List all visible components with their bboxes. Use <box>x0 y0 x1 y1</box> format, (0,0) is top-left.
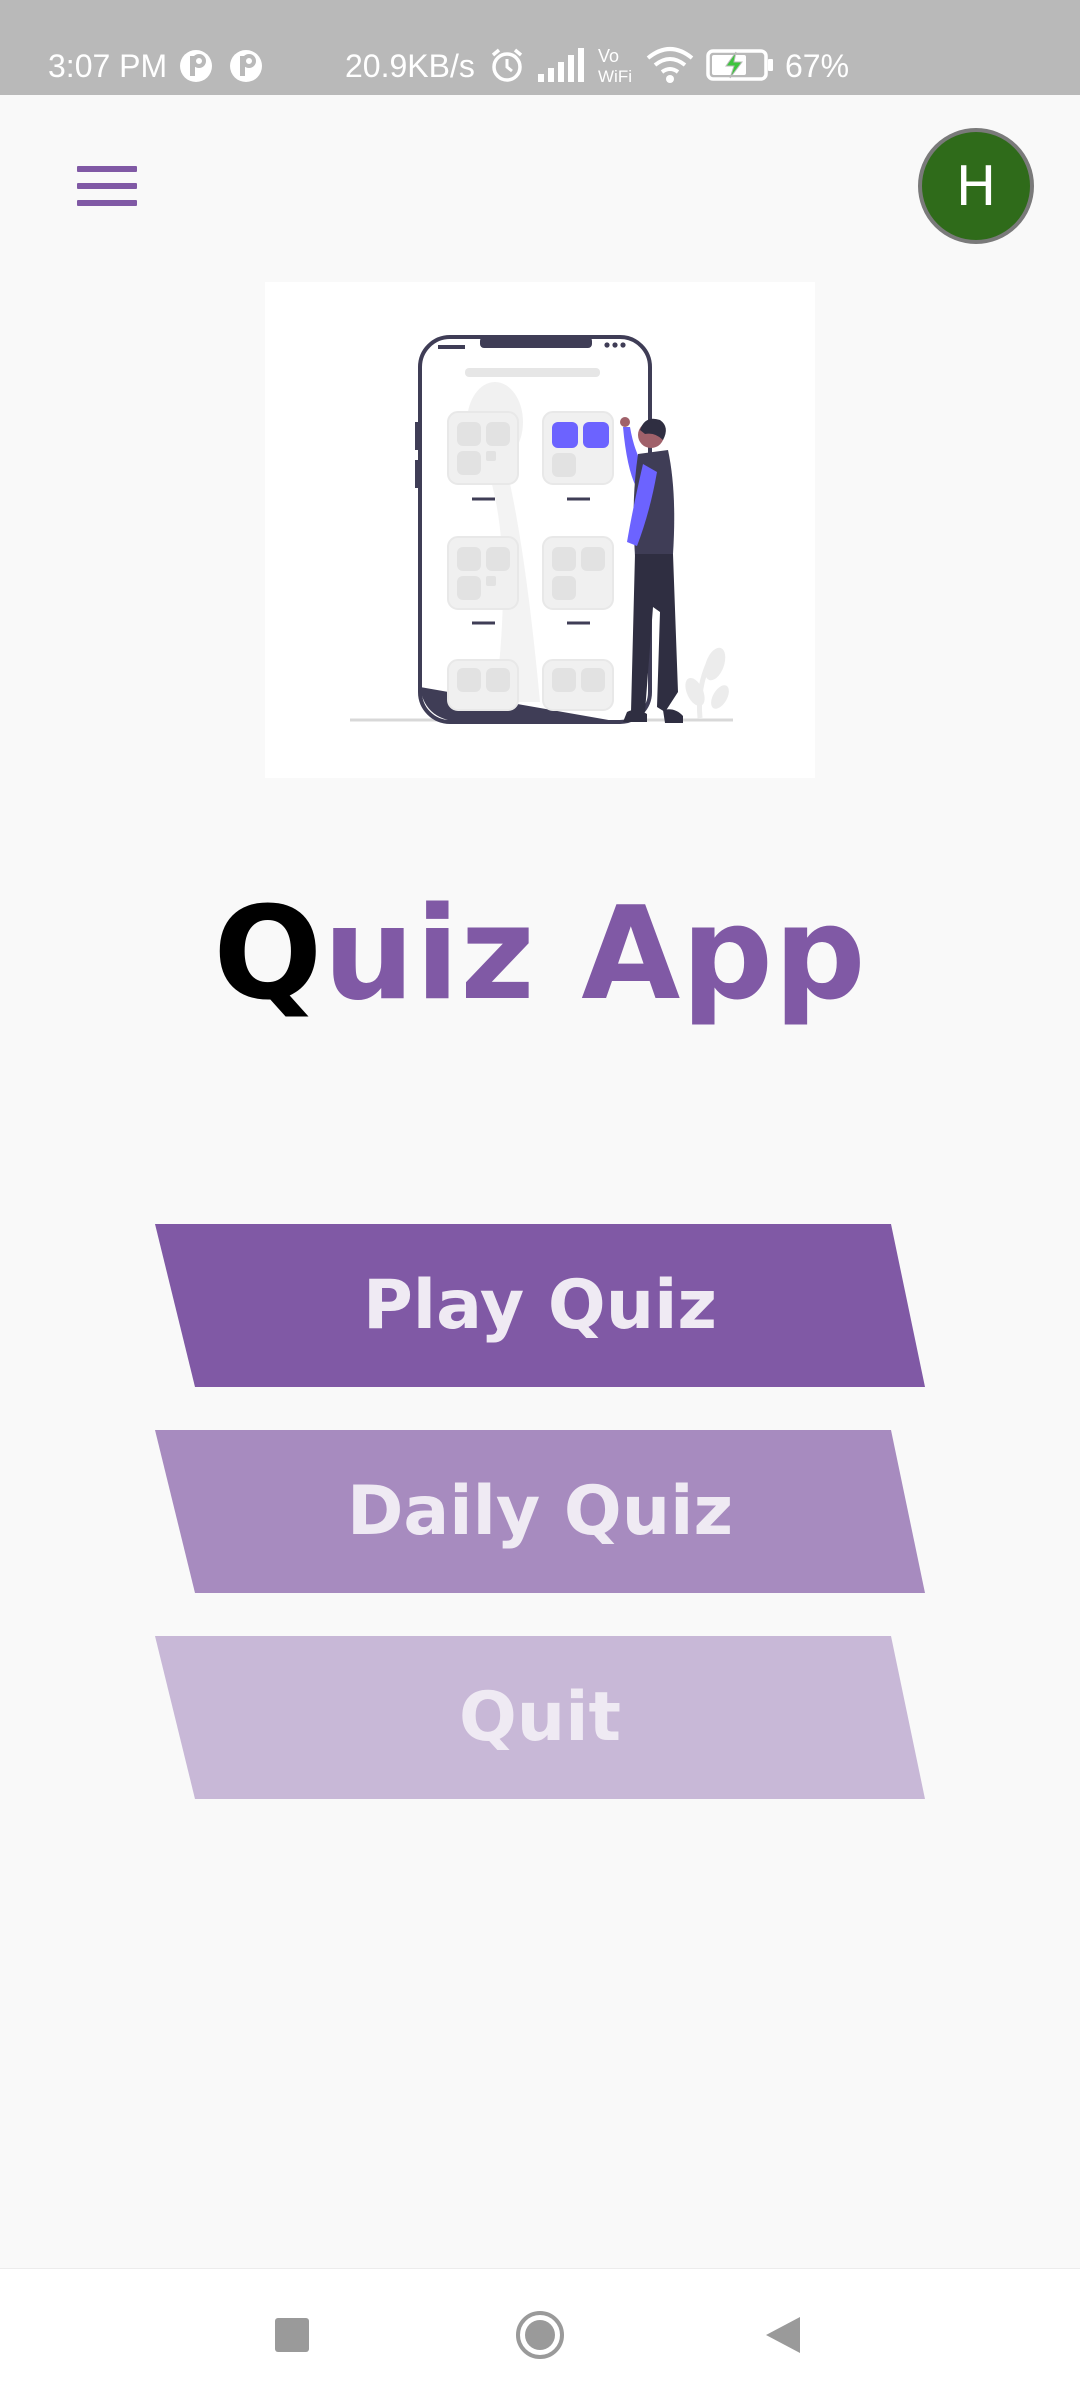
signal-icon <box>538 48 584 82</box>
svg-text:Vo: Vo <box>598 46 619 66</box>
app-title: Quiz App <box>0 880 1080 1029</box>
daily-quiz-button[interactable]: Daily Quiz <box>155 1430 925 1593</box>
person-using-phone-illustration <box>350 335 733 724</box>
status-bar: 3:07 PM 20.9KB/s Vo WiFi 67% <box>0 0 1080 95</box>
hero-illustration <box>265 282 815 778</box>
menu-line <box>77 200 137 206</box>
app-title-first-letter: Q <box>213 880 324 1029</box>
vowifi-icon: Vo WiFi <box>598 46 632 86</box>
app-title-rest: uiz App <box>323 880 867 1029</box>
play-quiz-button[interactable]: Play Quiz <box>155 1224 925 1387</box>
menu-line <box>77 166 137 172</box>
battery-charging-icon <box>706 49 773 81</box>
avatar[interactable]: H <box>918 128 1034 244</box>
recents-square-icon[interactable] <box>272 2315 312 2355</box>
notification-icon <box>230 50 262 82</box>
hamburger-menu-icon[interactable] <box>70 160 140 215</box>
network-speed: 20.9KB/s <box>345 48 475 84</box>
navigation-bar <box>0 2268 1080 2401</box>
home-circle-icon[interactable] <box>514 2309 566 2361</box>
alarm-icon <box>491 48 523 82</box>
quit-button[interactable]: Quit <box>155 1636 925 1799</box>
wifi-icon <box>646 47 694 83</box>
notification-icon <box>180 50 212 82</box>
svg-text:WiFi: WiFi <box>598 67 632 86</box>
status-time: 3:07 PM <box>48 48 168 84</box>
menu-line <box>77 183 137 189</box>
battery-percent: 67% <box>785 48 850 84</box>
back-triangle-icon[interactable] <box>762 2313 804 2357</box>
